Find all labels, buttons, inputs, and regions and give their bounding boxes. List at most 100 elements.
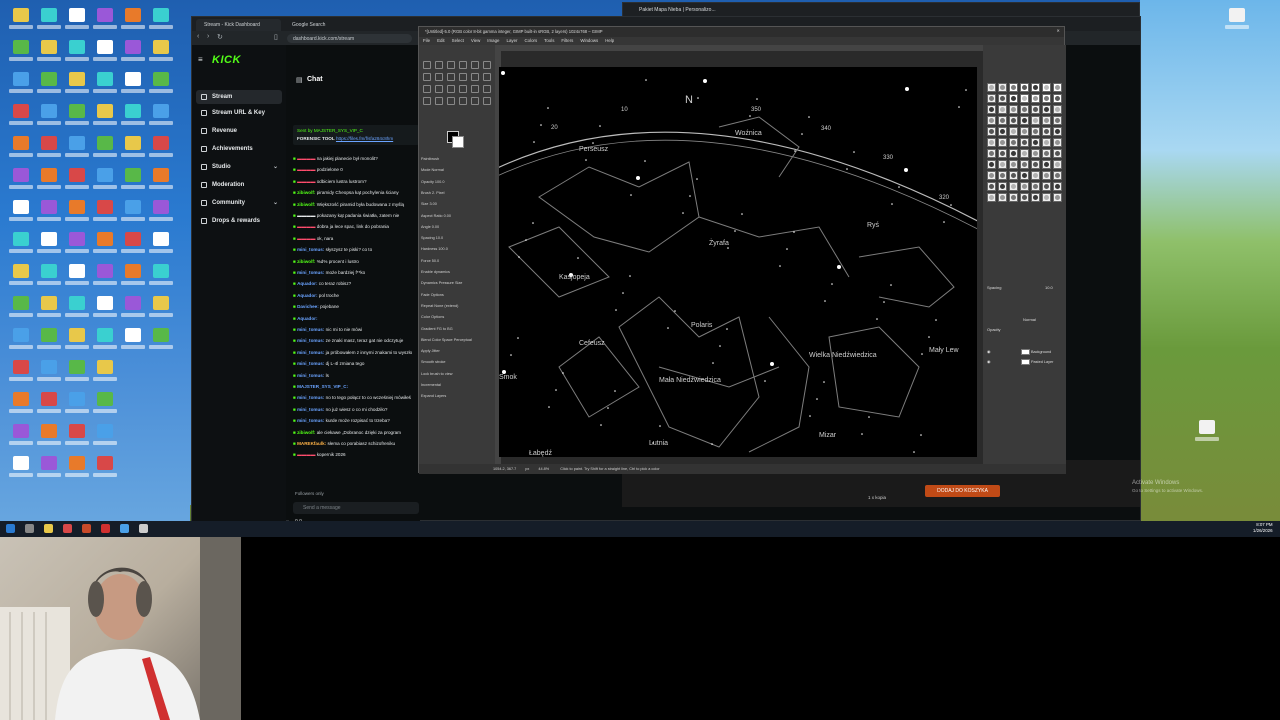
brush-swatch[interactable] [987,193,996,202]
brush-swatch[interactable] [1042,83,1051,92]
chat-username[interactable]: mini_tomus: [297,338,324,343]
desktop-shortcut-icon[interactable] [62,200,92,228]
chat-username[interactable]: mini_tomus: [297,418,324,423]
brush-swatch[interactable] [1053,138,1062,147]
sidebar-item-drops-rewards[interactable]: Drops & rewards [196,214,282,228]
desktop-shortcut-icon[interactable] [62,168,92,196]
desktop-shortcut-icon[interactable] [6,424,36,452]
brush-swatch[interactable] [1020,105,1029,114]
brush-swatch[interactable] [1020,94,1029,103]
sidebar-item-studio[interactable]: Studio ⌄ [196,160,282,174]
desktop-shortcut-icon[interactable] [34,200,64,228]
tool-option[interactable]: Blend Color Space Perceptual [421,338,493,342]
sidebar-item-revenue[interactable]: Revenue [196,124,282,138]
desktop-shortcut-icon[interactable] [62,264,92,292]
tool-option[interactable]: Expand Layers [421,394,493,398]
brush-swatch[interactable] [987,127,996,136]
desktop-shortcut-icon[interactable] [34,72,64,100]
desktop-shortcut-icon[interactable] [62,424,92,452]
desktop-shortcut-icon[interactable] [146,328,176,356]
sidebar-item-achievements[interactable]: Achievements [196,142,282,156]
menu-image[interactable]: Image [487,38,499,43]
tool-icon[interactable] [471,85,479,93]
brush-swatch[interactable] [1042,105,1051,114]
desktop-shortcut-icon[interactable] [146,296,176,324]
tool-icon[interactable] [483,73,491,81]
tool-option[interactable]: Angle 0.00 [421,225,493,229]
brush-swatch[interactable] [998,160,1007,169]
tool-icon[interactable] [423,85,431,93]
taskbar-app-icon[interactable] [120,524,129,533]
desktop-shortcut-icon[interactable] [6,328,36,356]
brush-swatch[interactable] [1009,193,1018,202]
brush-swatch[interactable] [1009,94,1018,103]
desktop-shortcut-icon[interactable] [62,136,92,164]
brush-swatch[interactable] [987,149,996,158]
desktop-shortcut-icon[interactable] [6,264,36,292]
desktop-shortcut-icon[interactable] [146,264,176,292]
tool-option[interactable]: Force 50.0 [421,259,493,263]
desktop-shortcut-icon[interactable] [6,136,36,164]
back-icon[interactable]: ‹ [197,33,199,40]
desktop-shortcut-icon[interactable] [34,424,64,452]
brush-swatch[interactable] [1009,182,1018,191]
taskbar-clock[interactable]: 8:07 PM 1/26/2026 [1253,522,1273,534]
brush-swatch[interactable] [998,127,1007,136]
desktop-shortcut-icon[interactable] [6,360,36,388]
desktop-shortcut-icon[interactable] [6,168,36,196]
desktop-shortcut-icon[interactable] [146,72,176,100]
brush-swatch[interactable] [1009,116,1018,125]
chat-username[interactable]: mini_tomus: [297,395,324,400]
chat-username[interactable]: mini_tomus: [297,350,324,355]
brush-swatch[interactable] [998,182,1007,191]
menu-colors[interactable]: Colors [524,38,537,43]
desktop-shortcut-icon[interactable] [62,104,92,132]
taskbar-app-icon[interactable] [82,524,91,533]
brush-swatch[interactable] [998,193,1007,202]
sidebar-item-stream-url-key[interactable]: Stream URL & Key [196,106,282,120]
brush-swatch[interactable] [987,171,996,180]
tool-option[interactable]: Gradient FG to BG [421,327,493,331]
address-bar[interactable]: dashboard.kick.com/stream [287,34,412,43]
tool-option[interactable]: Color Options [421,315,493,319]
taskbar-app-icon[interactable] [25,524,34,533]
tool-icon[interactable] [447,85,455,93]
chat-username[interactable]: mini_tomus: [297,407,324,412]
brush-swatch[interactable] [1042,94,1051,103]
brush-swatch[interactable] [1031,171,1040,180]
brush-swatch[interactable] [1053,127,1062,136]
tool-option[interactable]: Aspect Ratio 0.00 [421,214,493,218]
brush-swatch[interactable] [1020,193,1029,202]
brush-swatch[interactable] [1042,127,1051,136]
desktop-shortcut-icon[interactable] [1192,420,1222,448]
desktop-shortcut-icon[interactable] [90,328,120,356]
tool-option[interactable]: Paintbrush [421,157,493,161]
tab-kick-dashboard[interactable]: Stream - Kick Dashboard [196,19,281,31]
close-icon[interactable]: ✕ [1056,28,1060,33]
desktop-shortcut-icon[interactable] [90,104,120,132]
brush-swatch[interactable] [1042,182,1051,191]
menu-file[interactable]: File [423,38,430,43]
desktop-shortcut-icon[interactable] [6,392,36,420]
taskbar-app-icon[interactable] [139,524,148,533]
sidebar-item-moderation[interactable]: Moderation [196,178,282,192]
desktop-shortcut-icon[interactable] [90,8,120,36]
brush-swatch[interactable] [1053,149,1062,158]
desktop-shortcut-icon[interactable] [90,392,120,420]
tool-icon[interactable] [459,61,467,69]
chat-username[interactable]: MAREKfaulk: [297,441,326,446]
brush-swatch[interactable] [987,160,996,169]
tool-icon[interactable] [447,73,455,81]
chat-username[interactable]: Aquador: [297,316,317,321]
chat-username[interactable]: Aquador: [297,293,317,298]
chat-username[interactable]: mini_tomus: [297,373,324,378]
tool-option[interactable]: Hardness 100.0 [421,247,493,251]
desktop-shortcut-icon[interactable] [146,136,176,164]
desktop-shortcut-icon[interactable] [34,264,64,292]
brush-swatch[interactable] [1031,193,1040,202]
desktop-shortcut-icon[interactable] [90,456,120,484]
desktop-shortcut-icon[interactable] [90,360,120,388]
desktop-shortcut-icon[interactable] [146,232,176,260]
brush-swatch[interactable] [1020,182,1029,191]
bookmark-icon[interactable]: ▯ [274,33,278,41]
